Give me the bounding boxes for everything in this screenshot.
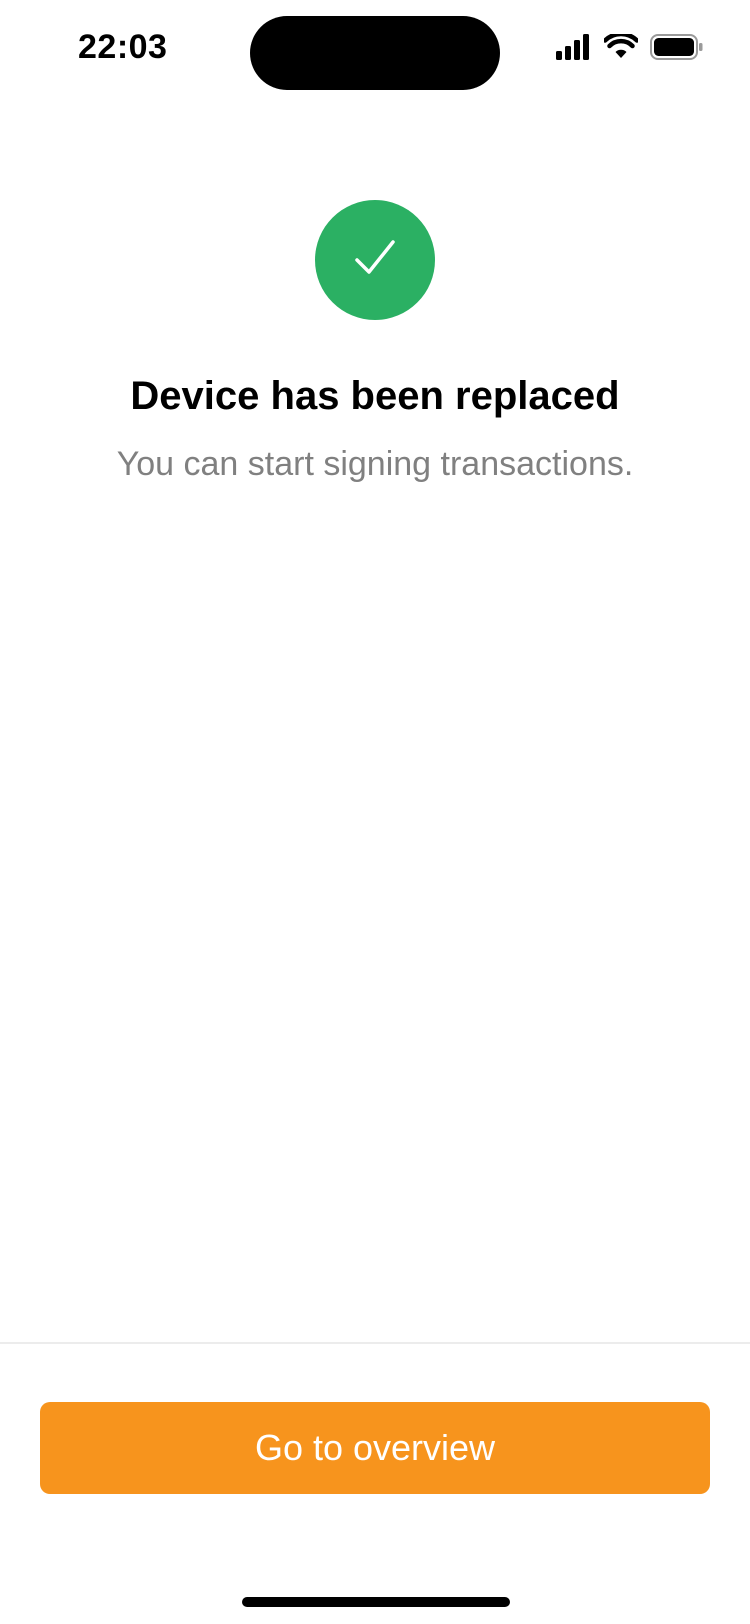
status-bar: 22:03	[0, 0, 750, 100]
success-badge	[315, 200, 435, 320]
success-title: Device has been replaced	[130, 374, 620, 418]
checkmark-icon	[353, 238, 397, 283]
footer: Go to overview	[0, 1344, 750, 1624]
success-content: Device has been replaced You can start s…	[0, 200, 750, 484]
wifi-icon	[602, 31, 640, 65]
success-subtitle: You can start signing transactions.	[116, 445, 634, 483]
home-indicator[interactable]	[242, 1597, 510, 1607]
status-time: 22:03	[78, 28, 168, 66]
cellular-signal-icon	[556, 34, 592, 65]
battery-icon	[650, 34, 704, 65]
status-icons	[556, 31, 704, 65]
go-to-overview-button[interactable]: Go to overview	[40, 1402, 710, 1494]
dynamic-island	[250, 16, 500, 90]
